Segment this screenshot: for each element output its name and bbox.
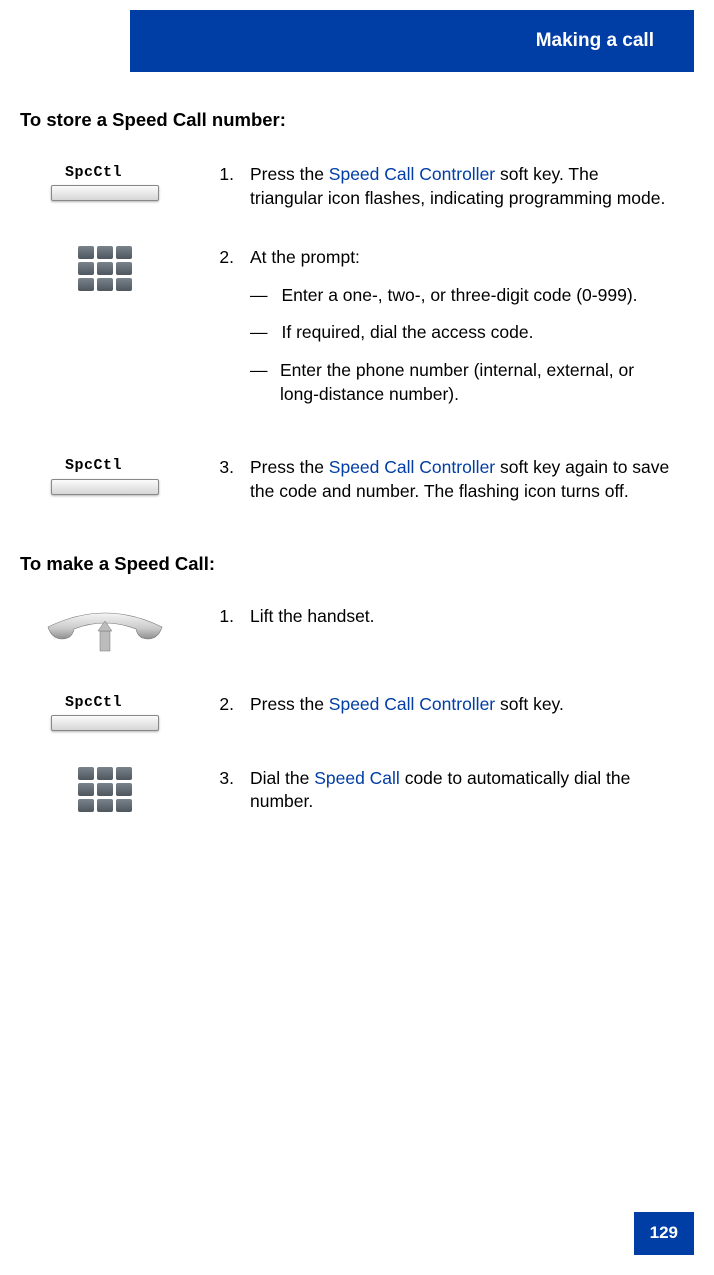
softkey-button-icon: [51, 715, 159, 731]
step-text: Press the Speed Call Controller soft key…: [250, 456, 674, 503]
step-lead: At the prompt:: [250, 246, 674, 270]
dash-icon: —: [250, 321, 268, 345]
softkey-illustration: SpcCtl: [20, 163, 190, 210]
store-step-1: SpcCtl 1. Press the Speed Call Controlle…: [20, 163, 674, 210]
store-step-2: 2. At the prompt: — Enter a one-, two-, …: [20, 246, 674, 420]
dash-icon: —: [250, 359, 266, 406]
term-speed-call-controller: Speed Call Controller: [329, 164, 495, 184]
term-speed-call-controller: Speed Call Controller: [329, 694, 495, 714]
softkey-button-icon: [51, 479, 159, 495]
step-pre: Dial the: [250, 768, 314, 788]
step-number: 3.: [214, 767, 234, 814]
section-heading-store: To store a Speed Call number:: [20, 108, 674, 133]
step-text: Press the Speed Call Controller soft key…: [250, 163, 674, 210]
step-pre: Press the: [250, 457, 329, 477]
step-number: 2.: [214, 693, 234, 731]
term-speed-call-controller: Speed Call Controller: [329, 457, 495, 477]
sub-text: Enter a one-, two-, or three-digit code …: [282, 284, 638, 308]
page-content: To store a Speed Call number: SpcCtl 1. …: [20, 108, 674, 850]
make-step-2: SpcCtl 2. Press the Speed Call Controlle…: [20, 693, 674, 731]
sub-item: — Enter a one-, two-, or three-digit cod…: [250, 284, 674, 308]
softkey-label: SpcCtl: [51, 456, 122, 476]
step-number: 2.: [214, 246, 234, 420]
softkey-button-icon: [51, 185, 159, 201]
step-pre: Press the: [250, 694, 329, 714]
step-pre: Press the: [250, 164, 329, 184]
header-title: Making a call: [536, 28, 654, 54]
term-speed-call: Speed Call: [314, 768, 400, 788]
store-step-3: SpcCtl 3. Press the Speed Call Controlle…: [20, 456, 674, 503]
keypad-illustration: [20, 246, 190, 420]
make-step-3: 3. Dial the Speed Call code to automatic…: [20, 767, 674, 814]
section-heading-make: To make a Speed Call:: [20, 552, 674, 577]
sub-text: Enter the phone number (internal, extern…: [280, 359, 674, 406]
softkey-illustration: SpcCtl: [20, 693, 190, 731]
handset-illustration: [20, 605, 190, 657]
handset-icon: [40, 605, 170, 657]
step-number: 1.: [214, 163, 234, 210]
keypad-illustration: [20, 767, 190, 814]
step-text: At the prompt: — Enter a one-, two-, or …: [250, 246, 674, 420]
softkey-label: SpcCtl: [51, 693, 122, 713]
sub-item: — If required, dial the access code.: [250, 321, 674, 345]
sub-list: — Enter a one-, two-, or three-digit cod…: [250, 284, 674, 407]
keypad-icon: [78, 767, 132, 812]
step-text: Press the Speed Call Controller soft key…: [250, 693, 674, 731]
dash-icon: —: [250, 284, 268, 308]
keypad-icon: [78, 246, 132, 291]
softkey-illustration: SpcCtl: [20, 456, 190, 503]
header-tab: Making a call: [130, 10, 694, 72]
sub-item: — Enter the phone number (internal, exte…: [250, 359, 674, 406]
step-text: Dial the Speed Call code to automaticall…: [250, 767, 674, 814]
step-post: soft key.: [495, 694, 564, 714]
step-text: Lift the handset.: [250, 605, 674, 657]
step-number: 1.: [214, 605, 234, 657]
step-number: 3.: [214, 456, 234, 503]
page-number: 129: [634, 1212, 694, 1255]
make-step-1: 1. Lift the handset.: [20, 605, 674, 657]
sub-text: If required, dial the access code.: [282, 321, 534, 345]
softkey-label: SpcCtl: [51, 163, 122, 183]
